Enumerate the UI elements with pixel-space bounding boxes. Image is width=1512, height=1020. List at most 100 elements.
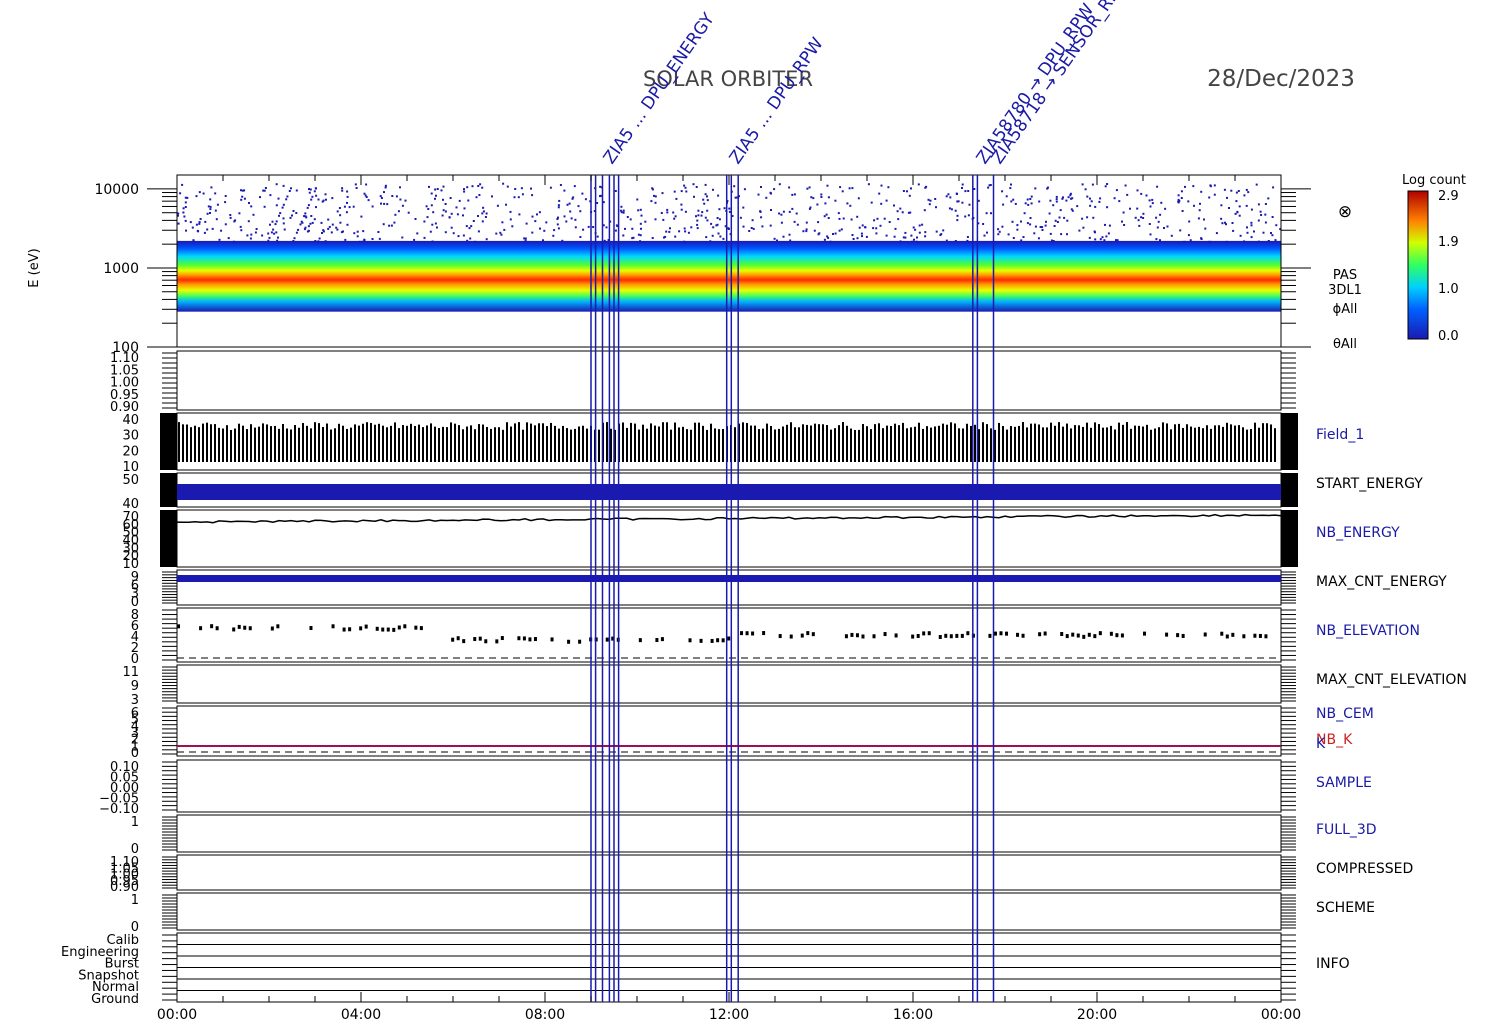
panel-frame <box>176 705 1282 757</box>
spectrogram-count-pixel <box>557 204 560 207</box>
spectrogram-count-pixel <box>1234 212 1237 215</box>
spectrogram-count-pixel <box>912 226 915 229</box>
spectrogram-count-pixel <box>614 229 617 232</box>
spectrogram-count-pixel <box>587 225 590 228</box>
spectrogram-count-pixel <box>306 206 309 209</box>
spectrogram-count-pixel <box>885 199 888 202</box>
spectrogram-count-pixel <box>1179 229 1182 232</box>
panel-label-full_3d: FULL_3D <box>1316 822 1377 838</box>
spectrogram-count-pixel <box>956 200 959 203</box>
spectrogram-count-pixel <box>717 232 720 235</box>
spectrogram-count-pixel <box>353 232 356 235</box>
spectrogram-count-pixel <box>220 229 223 232</box>
spectrogram-count-pixel <box>1267 197 1270 200</box>
spectrogram-count-pixel <box>224 223 227 226</box>
spectrogram-count-pixel <box>1070 197 1073 200</box>
spectrogram-count-pixel <box>211 227 214 230</box>
spectrogram-count-pixel <box>569 210 572 213</box>
spectrogram-count-pixel <box>481 212 484 215</box>
spectrogram-count-pixel <box>945 239 948 242</box>
panel-left-block <box>160 510 177 567</box>
spectrogram-count-pixel <box>644 220 647 223</box>
max-cnt-elevation-point <box>248 626 252 631</box>
spectrogram-count-pixel <box>577 205 580 208</box>
spectrogram-count-pixel <box>500 233 503 236</box>
max-cnt-elevation-point <box>916 633 920 638</box>
spectrogram-count-pixel <box>966 239 969 242</box>
spectrogram-count-pixel <box>693 195 695 198</box>
spectrogram-count-pixel <box>184 219 187 222</box>
max-cnt-elevation-point <box>1242 634 1246 639</box>
max-cnt-elevation-point <box>331 624 335 629</box>
spectrogram-count-pixel <box>1023 212 1026 215</box>
spectrogram-count-pixel <box>177 222 180 225</box>
spectrogram-count-pixel <box>272 228 275 231</box>
spectrogram-count-pixel <box>817 221 820 224</box>
max-cnt-elevation-point <box>745 631 749 636</box>
spectrogram-count-pixel <box>339 214 342 217</box>
spectrogram-count-pixel <box>452 232 455 235</box>
spectrogram-count-pixel <box>518 213 521 216</box>
spectrogram-count-pixel <box>864 226 867 229</box>
spectrogram-count-pixel <box>308 191 311 194</box>
spectrogram-count-pixel <box>383 191 385 194</box>
spectrogram-count-pixel <box>968 203 971 206</box>
spectrogram-count-pixel <box>355 187 358 189</box>
spectrogram-count-pixel <box>883 217 886 220</box>
spectrogram-count-pixel <box>1049 199 1052 202</box>
spectrogram-count-pixel <box>666 211 669 214</box>
spectrogram-count-pixel <box>434 222 437 225</box>
spectrogram-count-pixel <box>321 232 323 234</box>
spectrogram-count-pixel <box>733 185 736 188</box>
spectrogram-count-pixel <box>1009 187 1012 190</box>
spectrogram-count-pixel <box>1193 204 1195 207</box>
spectrogram-count-pixel <box>1151 202 1154 205</box>
spectrogram-count-pixel <box>1104 223 1106 226</box>
spectrogram-count-pixel <box>209 212 211 214</box>
spectrogram-count-pixel <box>654 195 657 198</box>
x-tick-label: 08:00 <box>525 1007 565 1020</box>
spectrogram-count-pixel <box>810 196 813 199</box>
spectrogram-count-pixel <box>206 228 209 231</box>
spectrogram-count-pixel <box>1069 192 1072 195</box>
spectrogram-count-pixel <box>542 239 544 242</box>
spectrogram-count-pixel <box>636 198 639 201</box>
spectrogram-label-product: 3DL1 <box>1328 283 1362 298</box>
spectrogram-count-pixel <box>964 190 967 193</box>
spectrogram-count-pixel <box>718 218 721 221</box>
spectrogram-count-pixel <box>1226 196 1228 199</box>
spectrogram-count-pixel <box>442 198 444 201</box>
spectrogram-count-pixel <box>324 193 327 196</box>
spectrogram-count-pixel <box>318 237 321 240</box>
spectrogram-count-pixel <box>579 236 582 238</box>
spectrogram-count-pixel <box>704 183 707 186</box>
spectrogram-count-pixel <box>414 218 417 220</box>
spectrogram-count-pixel <box>619 209 622 212</box>
spectrogram-count-pixel <box>888 221 891 223</box>
spectrogram-count-pixel <box>215 218 218 221</box>
spectrogram-count-pixel <box>639 208 642 211</box>
spectrogram-count-pixel <box>751 219 754 222</box>
spectrogram-count-pixel <box>743 188 746 191</box>
max-cnt-elevation-point <box>210 624 214 629</box>
max-cnt-elevation-point <box>855 633 859 638</box>
spectrogram-count-pixel <box>948 207 951 210</box>
spectrogram-count-pixel <box>520 187 523 190</box>
panel-left-block <box>160 413 177 470</box>
spectrogram-count-pixel <box>1275 224 1278 227</box>
spectrogram-count-pixel <box>706 195 708 198</box>
spectrogram-count-pixel <box>574 218 577 221</box>
spectrogram-count-pixel <box>1084 188 1087 191</box>
spectrogram-count-pixel <box>391 195 394 197</box>
panel-label-info: INFO <box>1316 956 1350 972</box>
max-cnt-elevation-point <box>462 639 466 644</box>
spectrogram-count-pixel <box>382 223 385 226</box>
spectrogram-count-pixel <box>788 186 791 189</box>
spectrogram-count-pixel <box>472 220 475 222</box>
spectrogram-count-pixel <box>509 210 512 213</box>
spectrogram-count-pixel <box>536 213 538 216</box>
spectrogram-count-pixel <box>1264 203 1267 205</box>
max-cnt-elevation-point <box>605 637 609 642</box>
spectrogram-count-pixel <box>428 185 430 188</box>
spectrogram-count-pixel <box>986 231 988 234</box>
